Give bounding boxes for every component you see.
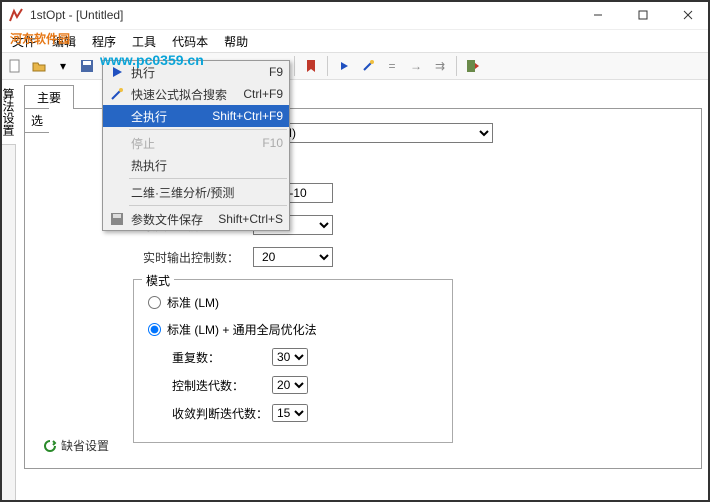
conv-iter-select[interactable]: 15: [272, 404, 308, 422]
mode-std-label: 标准 (LM): [167, 294, 219, 311]
menu-tools[interactable]: 工具: [124, 31, 164, 52]
repeat-label: 重复数：: [172, 349, 272, 366]
dropdown-arrow[interactable]: ▾: [52, 55, 74, 77]
open-button[interactable]: [28, 55, 50, 77]
new-button[interactable]: [4, 55, 26, 77]
menu-execute-all[interactable]: 全执行 Shift+Ctrl+F9: [103, 105, 289, 127]
menu-save-params[interactable]: 参数文件保存 Shift+Ctrl+S: [103, 208, 289, 230]
menu-item-shortcut: F10: [262, 136, 283, 150]
close-button[interactable]: [665, 0, 710, 30]
wand-button[interactable]: [357, 55, 379, 77]
menu-item-label: 执行: [131, 64, 155, 81]
menu-item-label: 快速公式拟合搜索: [131, 86, 227, 103]
menu-item-label: 参数文件保存: [131, 211, 203, 228]
title-bar: 1stOpt - [Untitled]: [0, 0, 710, 30]
menu-program[interactable]: 程序: [84, 31, 124, 52]
minimize-button[interactable]: [575, 0, 620, 30]
arrow-button[interactable]: →: [405, 55, 427, 77]
menu-hot-execute[interactable]: 热执行: [103, 154, 289, 176]
menu-2d3d-analysis[interactable]: 二维·三维分析/预测: [103, 181, 289, 203]
program-menu: 执行 F9 快速公式拟合搜索 Ctrl+F9 全执行 Shift+Ctrl+F9…: [102, 60, 290, 231]
menu-file[interactable]: 文件: [4, 31, 44, 52]
window-title: 1stOpt - [Untitled]: [30, 8, 575, 22]
exit-button[interactable]: [462, 55, 484, 77]
tab-main[interactable]: 主要: [24, 85, 74, 109]
menu-edit[interactable]: 编辑: [44, 31, 84, 52]
conv-iter-label: 收敛判断迭代数：: [172, 405, 272, 422]
repeat-select[interactable]: 30: [272, 348, 308, 366]
menu-stop: 停止 F10: [103, 132, 289, 154]
output-label: 实时输出控制数：: [143, 249, 253, 266]
app-icon: [8, 7, 24, 23]
output-select[interactable]: 20: [253, 247, 333, 267]
ctrl-iter-label: 控制迭代数：: [172, 377, 272, 394]
sidebar-tabs: 算法设置: [0, 80, 16, 502]
menu-item-label: 停止: [131, 135, 155, 152]
refresh-icon: [43, 439, 57, 453]
double-arrow-button[interactable]: ⇉: [429, 55, 451, 77]
menu-item-shortcut: Shift+Ctrl+F9: [212, 109, 283, 123]
tab-algorithm-settings[interactable]: 算法设置: [0, 80, 17, 145]
mode-groupbox: 模式 标准 (LM) 标准 (LM) + 通用全局优化法 重复数： 30 控制迭…: [133, 279, 453, 443]
menu-execute[interactable]: 执行 F9: [103, 61, 289, 83]
mode-std-radio[interactable]: [148, 296, 161, 309]
play-button[interactable]: [333, 55, 355, 77]
mode-legend: 模式: [142, 272, 174, 289]
menu-item-shortcut: Shift+Ctrl+S: [218, 212, 283, 226]
bookmark-button[interactable]: [300, 55, 322, 77]
menu-help[interactable]: 帮助: [216, 31, 256, 52]
menu-codebook[interactable]: 代码本: [164, 31, 216, 52]
wand-icon: [109, 86, 125, 102]
default-settings-label: 缺省设置: [61, 437, 109, 454]
save-icon: [109, 211, 125, 227]
maximize-button[interactable]: [620, 0, 665, 30]
mode-global-radio[interactable]: [148, 323, 161, 336]
save-button[interactable]: [76, 55, 98, 77]
play-icon: [109, 64, 125, 80]
default-settings-link[interactable]: 缺省设置: [43, 437, 109, 454]
menu-item-label: 全执行: [131, 108, 167, 125]
menu-item-shortcut: Ctrl+F9: [243, 87, 283, 101]
mode-global-label: 标准 (LM) + 通用全局优化法: [167, 321, 317, 338]
equals-button[interactable]: =: [381, 55, 403, 77]
menu-quick-fit[interactable]: 快速公式拟合搜索 Ctrl+F9: [103, 83, 289, 105]
menu-item-shortcut: F9: [269, 65, 283, 79]
ctrl-iter-select[interactable]: 20: [272, 376, 308, 394]
menu-item-label: 二维·三维分析/预测: [131, 184, 234, 201]
menu-item-label: 热执行: [131, 157, 167, 174]
menu-bar: 文件 编辑 程序 工具 代码本 帮助: [0, 30, 710, 52]
